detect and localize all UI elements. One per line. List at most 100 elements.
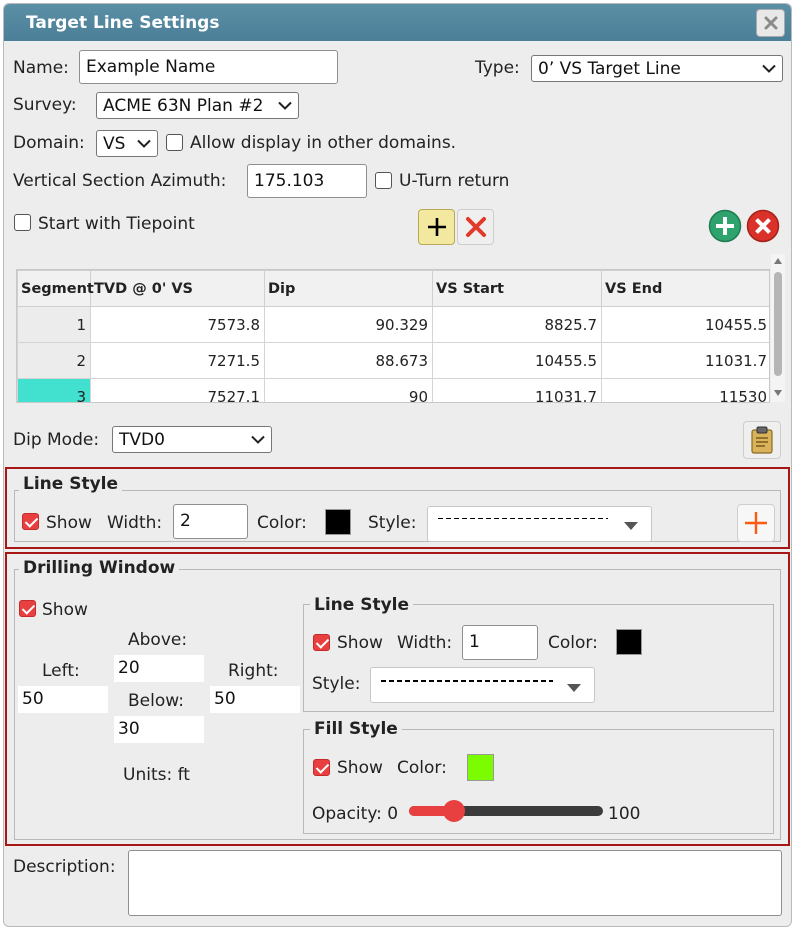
table-cell[interactable]: 11031.7 [601, 342, 769, 379]
close-button[interactable] [756, 9, 785, 37]
survey-select[interactable]: ACME 63N Plan #2 [96, 92, 299, 119]
table-cell[interactable]: 2 [17, 342, 91, 379]
description-label: Description: [13, 857, 116, 877]
fill-style-legend: Fill Style [310, 719, 402, 739]
above-label: Above: [128, 630, 188, 650]
column-header-tvd[interactable]: TVD @ 0' VS [90, 270, 265, 307]
fill-style-color-swatch[interactable] [467, 754, 494, 781]
chevron-down-icon [251, 435, 265, 444]
uturn-checkbox[interactable] [375, 172, 392, 189]
close-circle-icon [746, 209, 780, 243]
dw-line-style-color-label: Color: [548, 633, 598, 653]
scroll-up-icon[interactable] [774, 258, 782, 264]
table-row-selected[interactable]: 3 7527.1 90 11031.7 11530 [17, 378, 769, 402]
table-cell[interactable]: 10455.5 [432, 342, 602, 379]
line-style-color-swatch[interactable] [325, 509, 351, 535]
plus-icon [427, 218, 446, 236]
opacity-slider[interactable] [409, 800, 603, 822]
uturn-label: U-Turn return [399, 171, 510, 191]
type-select[interactable]: 0’ VS Target Line [531, 55, 783, 82]
table-cell[interactable]: 7271.5 [90, 342, 265, 379]
dropdown-arrow-icon [567, 684, 581, 692]
dialog-title: Target Line Settings [26, 13, 220, 33]
table-header-row: Segment TVD @ 0' VS Dip VS Start VS End [17, 270, 769, 307]
domain-select[interactable]: VS [96, 130, 158, 157]
drilling-window-show-checkbox[interactable] [19, 600, 36, 617]
dw-line-style-width-label: Width: [397, 633, 453, 653]
add-row-button[interactable] [418, 209, 455, 245]
line-style-style-select[interactable] [427, 506, 652, 542]
add-segment-button[interactable] [707, 208, 743, 244]
table-cell[interactable]: 90 [264, 378, 433, 402]
opacity-label: Opacity: 0 [312, 804, 399, 824]
description-textarea[interactable] [128, 850, 782, 916]
units-label: Units: ft [123, 765, 190, 785]
dw-line-style-show-checkbox[interactable] [313, 634, 330, 651]
dw-line-style-color-swatch[interactable] [616, 629, 642, 655]
left-input[interactable]: 50 [18, 686, 108, 713]
scrollbar-thumb[interactable] [774, 272, 782, 376]
tiepoint-checkbox[interactable] [14, 214, 31, 231]
table-cell[interactable]: 1 [17, 306, 91, 343]
drilling-window-legend: Drilling Window [19, 558, 180, 578]
opacity-max-label: 100 [608, 804, 641, 824]
line-style-style-label: Style: [368, 513, 417, 533]
chevron-down-icon [278, 101, 292, 110]
survey-label: Survey: [13, 95, 77, 115]
title-bar[interactable]: Target Line Settings [4, 4, 791, 41]
type-label: Type: [475, 58, 520, 78]
table-cell[interactable]: 88.673 [264, 342, 433, 379]
dw-line-style-width-input[interactable]: 1 [462, 625, 538, 660]
table-cell[interactable]: 3 [17, 378, 91, 402]
remove-segment-button[interactable] [745, 208, 781, 244]
column-header-dip[interactable]: Dip [264, 270, 433, 307]
dip-mode-label: Dip Mode: [13, 430, 100, 450]
dw-line-style-style-select[interactable] [370, 667, 595, 703]
table-cell[interactable]: 90.329 [264, 306, 433, 343]
left-label: Left: [42, 661, 80, 681]
table-row[interactable]: 2 7271.5 88.673 10455.5 11031.7 [17, 342, 769, 379]
line-style-show-checkbox[interactable] [22, 513, 39, 530]
column-header-vs-start[interactable]: VS Start [432, 270, 602, 307]
fill-style-show-label: Show [337, 758, 383, 778]
clipboard-icon [751, 426, 773, 454]
name-input[interactable]: Example Name [79, 50, 338, 84]
table-cell[interactable]: 11530 [601, 378, 769, 402]
fill-style-show-checkbox[interactable] [313, 759, 330, 776]
above-input[interactable]: 20 [114, 655, 204, 682]
allow-display-checkbox[interactable] [166, 134, 183, 151]
name-label: Name: [13, 58, 69, 78]
table-cell[interactable]: 7527.1 [90, 378, 265, 402]
dashed-line-preview [438, 518, 608, 519]
drilling-window-show-label: Show [42, 600, 88, 620]
dip-mode-select[interactable]: TVD0 [112, 426, 272, 453]
table-cell[interactable]: 7573.8 [90, 306, 265, 343]
column-header-vs-end[interactable]: VS End [601, 270, 769, 307]
dashed-line-preview [381, 680, 553, 682]
segment-table: Segment TVD @ 0' VS Dip VS Start VS End … [16, 269, 770, 403]
vsa-input[interactable]: 175.103 [247, 164, 367, 198]
line-style-legend: Line Style [19, 474, 123, 494]
below-label: Below: [128, 691, 184, 711]
tiepoint-label: Start with Tiepoint [38, 214, 195, 234]
opacity-slider-thumb[interactable] [443, 800, 466, 822]
line-style-width-input[interactable]: 2 [173, 504, 248, 539]
vsa-label: Vertical Section Azimuth: [13, 171, 227, 191]
table-cell[interactable]: 11031.7 [432, 378, 602, 402]
table-row[interactable]: 1 7573.8 90.329 8825.7 10455.5 [17, 306, 769, 343]
table-cell[interactable]: 10455.5 [601, 306, 769, 343]
right-input[interactable]: 50 [210, 686, 300, 713]
plus-icon [745, 512, 767, 534]
table-cell[interactable]: 8825.7 [432, 306, 602, 343]
table-scrollbar[interactable] [771, 254, 785, 402]
chevron-down-icon [762, 64, 776, 73]
chevron-down-icon [137, 139, 151, 148]
delete-row-button[interactable] [457, 209, 494, 245]
paste-button[interactable] [743, 421, 781, 459]
domain-select-value: VS [103, 133, 126, 154]
column-header-segment[interactable]: Segment [17, 270, 94, 307]
scroll-down-icon[interactable] [774, 390, 782, 396]
target-line-settings-dialog: Target Line Settings Name: Example Name … [3, 3, 792, 927]
add-line-style-button[interactable] [737, 504, 775, 542]
below-input[interactable]: 30 [114, 716, 204, 743]
